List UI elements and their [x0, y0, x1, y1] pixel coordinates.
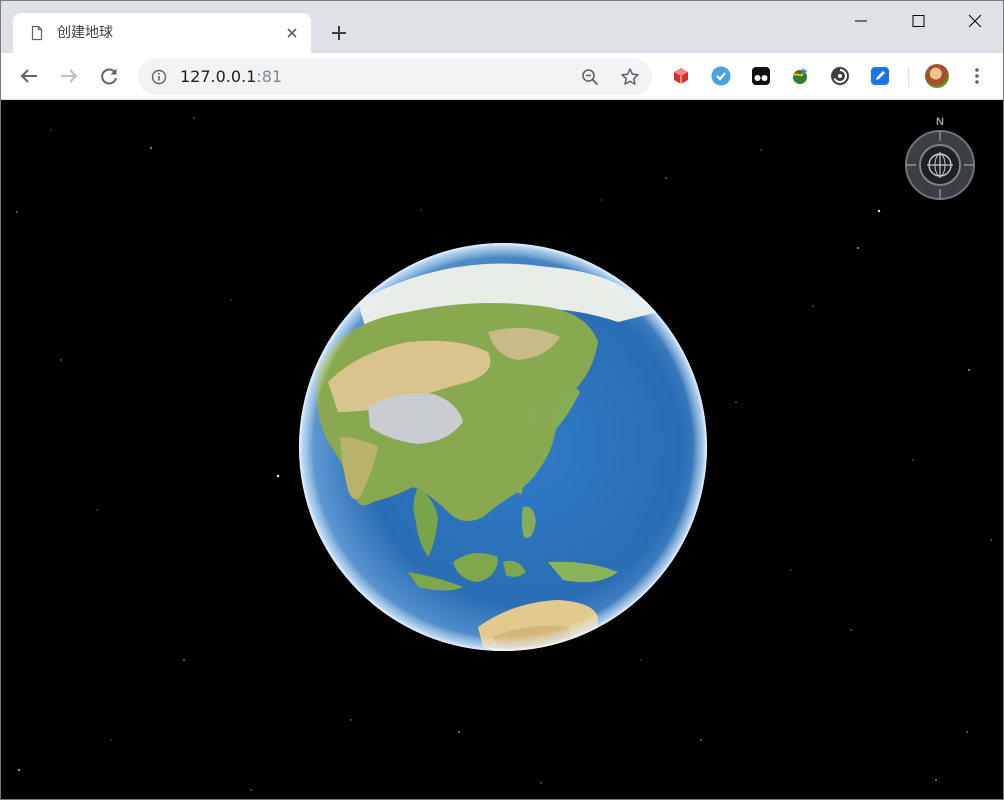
tab-title: 创建地球	[57, 25, 113, 41]
address-bar[interactable]: 127.0.0.1:81	[138, 59, 652, 95]
url-text[interactable]: 127.0.0.1:81	[180, 67, 282, 87]
forward-arrow-icon[interactable]	[57, 64, 81, 88]
window-close-icon[interactable]	[961, 7, 989, 35]
url-port: :81	[256, 67, 283, 86]
toolbar: 127.0.0.1:81	[1, 53, 1003, 100]
tab-close-icon[interactable]	[283, 24, 301, 42]
dark-circle-extension-icon[interactable]	[830, 66, 850, 86]
profile-avatar[interactable]	[925, 64, 949, 88]
green-globe-extension-icon[interactable]	[790, 66, 810, 86]
tampermonkey-extension-icon[interactable]	[751, 66, 771, 86]
zoom-out-icon[interactable]	[581, 68, 599, 86]
reload-icon[interactable]	[97, 64, 121, 88]
info-icon[interactable]	[151, 69, 167, 85]
star-icon[interactable]	[620, 67, 640, 87]
new-tab-plus-icon[interactable]	[327, 21, 351, 45]
compass-widget[interactable]: N	[901, 115, 979, 203]
blue-pen-extension-icon[interactable]	[870, 66, 890, 86]
more-vert-icon[interactable]	[967, 66, 987, 86]
tab-active[interactable]: 创建地球	[13, 13, 311, 53]
red-cube-extension-icon[interactable]	[671, 66, 691, 86]
minimize-icon[interactable]	[847, 7, 875, 35]
compass-north-label: N	[936, 116, 944, 128]
blue-check-extension-icon[interactable]	[711, 66, 731, 86]
browser-window: 创建地球 127.0.0.1:81 N	[0, 0, 1004, 800]
back-arrow-icon[interactable]	[17, 64, 41, 88]
tab-strip: 创建地球	[1, 1, 1003, 53]
earth-globe[interactable]	[298, 242, 708, 652]
page-icon	[29, 25, 45, 41]
maximize-icon[interactable]	[904, 7, 932, 35]
earth-viewer-canvas[interactable]: N	[1, 100, 1003, 799]
url-host: 127.0.0.1	[180, 67, 257, 86]
toolbar-separator	[908, 67, 909, 87]
